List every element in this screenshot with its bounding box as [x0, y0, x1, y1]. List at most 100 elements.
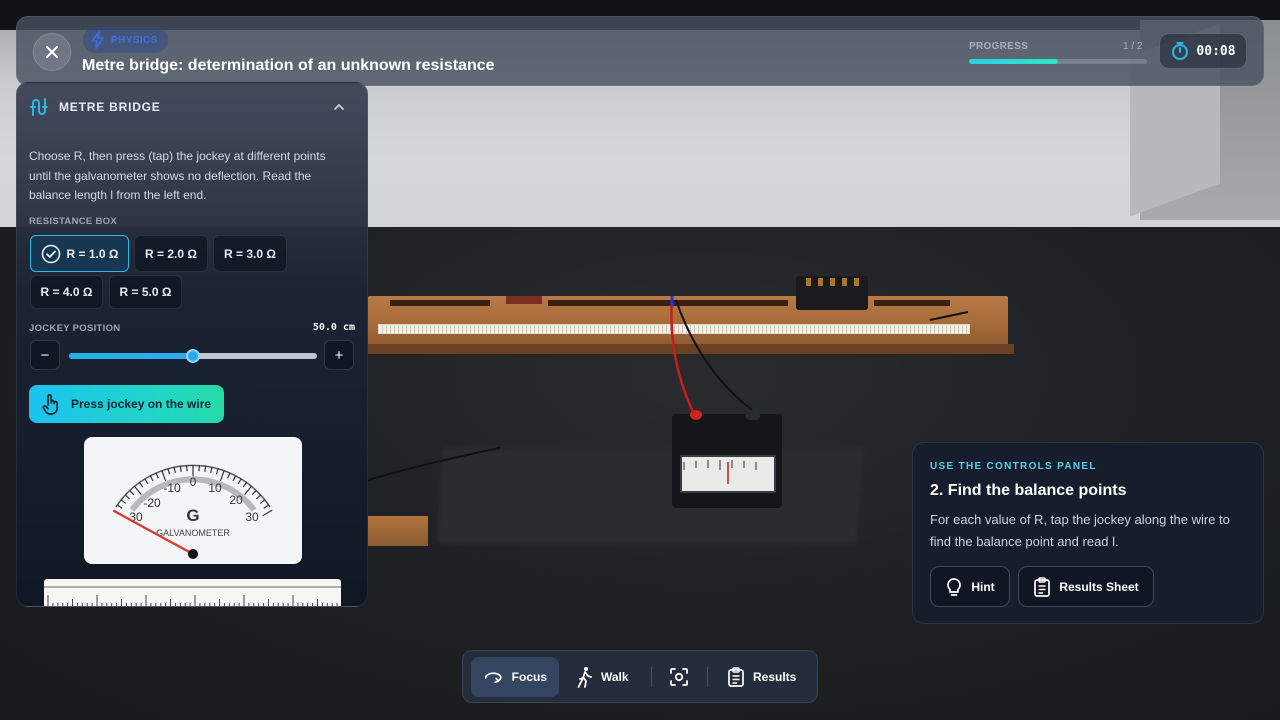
- instruction-card: USE THE CONTROLS PANEL 2. Find the balan…: [912, 442, 1264, 624]
- subject-badge: PHYSICS: [83, 27, 168, 53]
- slider-fill: [69, 353, 193, 359]
- dial-tick: [116, 504, 123, 509]
- dial-tick-label: 0: [190, 475, 197, 489]
- needle-pivot: [188, 549, 198, 559]
- dial-tick: [149, 475, 154, 482]
- jockey-position-value: 50.0 cm: [312, 322, 355, 333]
- panel-title: METRE BRIDGE: [59, 100, 161, 114]
- subject-label: PHYSICS: [111, 34, 158, 46]
- dial-tick: [129, 489, 135, 496]
- jockey-decrement-button[interactable]: −: [30, 340, 60, 370]
- bottom-toolbar: Focus Walk Results: [462, 650, 818, 703]
- galvanometer-gauge: -20 -10 0 10 20 30 30 G GALVANOMETER: [84, 437, 302, 564]
- clipboard-icon: [1034, 576, 1051, 597]
- press-jockey-label: Press jockey on the wire: [71, 397, 212, 411]
- dial-tick: [179, 465, 182, 472]
- walking-person-icon: [577, 667, 592, 688]
- page-title: Metre bridge: determination of an unknow…: [82, 57, 495, 74]
- walk-label: Walk: [601, 670, 629, 684]
- dial-tick: [173, 466, 176, 473]
- galvanometer-letter: G: [186, 506, 199, 525]
- plus-icon: +: [334, 346, 344, 364]
- controls-panel: METRE BRIDGE Choose R, then press (tap) …: [16, 82, 368, 607]
- dial-end-label: 30: [245, 510, 259, 524]
- dial-tick-label: 10: [208, 481, 222, 495]
- collapse-button[interactable]: [329, 97, 349, 117]
- focus-frame-icon: [670, 668, 688, 686]
- galvanometer-caption: GALVANOMETER: [156, 528, 230, 538]
- dial-tick: [155, 472, 159, 479]
- timer-value: 00:08: [1196, 43, 1236, 59]
- dial-tick: [120, 499, 127, 504]
- dial-tick: [256, 494, 262, 500]
- progress-fill: [969, 59, 1058, 64]
- chevron-up-icon: [334, 104, 344, 110]
- lightbulb-icon: [947, 577, 962, 596]
- resistance-option-3[interactable]: R = 3.0 Ω: [213, 235, 287, 272]
- resistance-option-label: R = 5.0 Ω: [119, 285, 172, 299]
- dial-tick-label: -20: [143, 496, 161, 510]
- circuit-icon: [30, 98, 48, 116]
- galvanometer-dial: -20 -10 0 10 20 30 30 G GALVANOMETER: [112, 464, 273, 559]
- resistance-option-label: R = 3.0 Ω: [224, 246, 276, 261]
- close-button[interactable]: [33, 33, 71, 71]
- top-bar: PHYSICS Metre bridge: determination of a…: [16, 16, 1264, 86]
- dial-tick: [144, 478, 149, 485]
- jockey-position-label: JOCKEY POSITION: [29, 323, 121, 334]
- minus-icon: −: [40, 346, 50, 364]
- dial-tick: [263, 504, 270, 509]
- timer: 00:08: [1159, 33, 1247, 69]
- results-sheet-button[interactable]: Results Sheet: [1018, 566, 1154, 607]
- dial-tick: [133, 485, 142, 495]
- panel-description: Choose R, then press (tap) the jockey at…: [29, 149, 326, 202]
- dial-tick: [124, 494, 130, 500]
- jockey-increment-button[interactable]: +: [324, 340, 354, 370]
- panel-header[interactable]: METRE BRIDGE: [29, 95, 355, 119]
- hint-button[interactable]: Hint: [930, 566, 1010, 607]
- results-button[interactable]: Results: [715, 657, 811, 697]
- resistance-option-label: R = 1.0 Ω: [66, 246, 119, 261]
- metre-ruler: [44, 579, 341, 606]
- dial-tick: [161, 470, 167, 481]
- progress-count: 1 / 2: [1123, 41, 1143, 52]
- walk-mode-button[interactable]: Walk: [565, 657, 645, 697]
- dial-tick: [232, 475, 237, 482]
- dial-tick: [259, 499, 266, 504]
- dial-tick: [242, 481, 248, 488]
- resistance-option-5[interactable]: R = 5.0 Ω: [109, 275, 182, 309]
- dial-tick: [204, 465, 207, 472]
- check-circle-icon: [41, 244, 60, 263]
- resistance-option-4[interactable]: R = 4.0 Ω: [30, 275, 103, 309]
- jockey-slider[interactable]: [69, 349, 317, 363]
- progress-bar: [969, 59, 1147, 64]
- dial-tick: [167, 468, 171, 475]
- resistance-box-label: RESISTANCE BOX: [29, 216, 117, 227]
- dial-tick: [237, 478, 242, 485]
- instruction-title: 2. Find the balance points: [930, 482, 1127, 499]
- dial-tick: [262, 509, 273, 517]
- press-jockey-button[interactable]: Press jockey on the wire: [29, 385, 224, 423]
- focus-label: Focus: [511, 670, 547, 684]
- dial-tick: [210, 466, 213, 473]
- progress-label: PROGRESS: [969, 41, 1029, 52]
- dial-tick: [138, 481, 144, 488]
- instruction-eyebrow: USE THE CONTROLS PANEL: [930, 461, 1097, 472]
- slider-thumb[interactable]: [186, 349, 200, 363]
- dial-tick-label: 20: [229, 493, 243, 507]
- dial-tick: [251, 489, 257, 496]
- resistance-option-2[interactable]: R = 2.0 Ω: [134, 235, 208, 272]
- dial-tick-label: -10: [163, 481, 181, 495]
- resistance-option-1[interactable]: R = 1.0 Ω: [30, 235, 129, 272]
- stopwatch-icon: [1172, 42, 1189, 60]
- tap-hand-icon: [42, 394, 59, 415]
- orbit-icon: [484, 672, 502, 684]
- resistance-option-label: R = 2.0 Ω: [145, 246, 197, 261]
- dial-tick: [227, 472, 231, 479]
- dial-tick: [244, 485, 253, 495]
- results-sheet-label: Results Sheet: [1059, 579, 1139, 594]
- focus-mode-button[interactable]: Focus: [471, 657, 559, 697]
- recenter-view-button[interactable]: [657, 657, 701, 697]
- instruction-body: For each value of R, tap the jockey alon…: [930, 512, 1230, 549]
- close-icon: [46, 46, 58, 58]
- dial-tick: [215, 468, 219, 475]
